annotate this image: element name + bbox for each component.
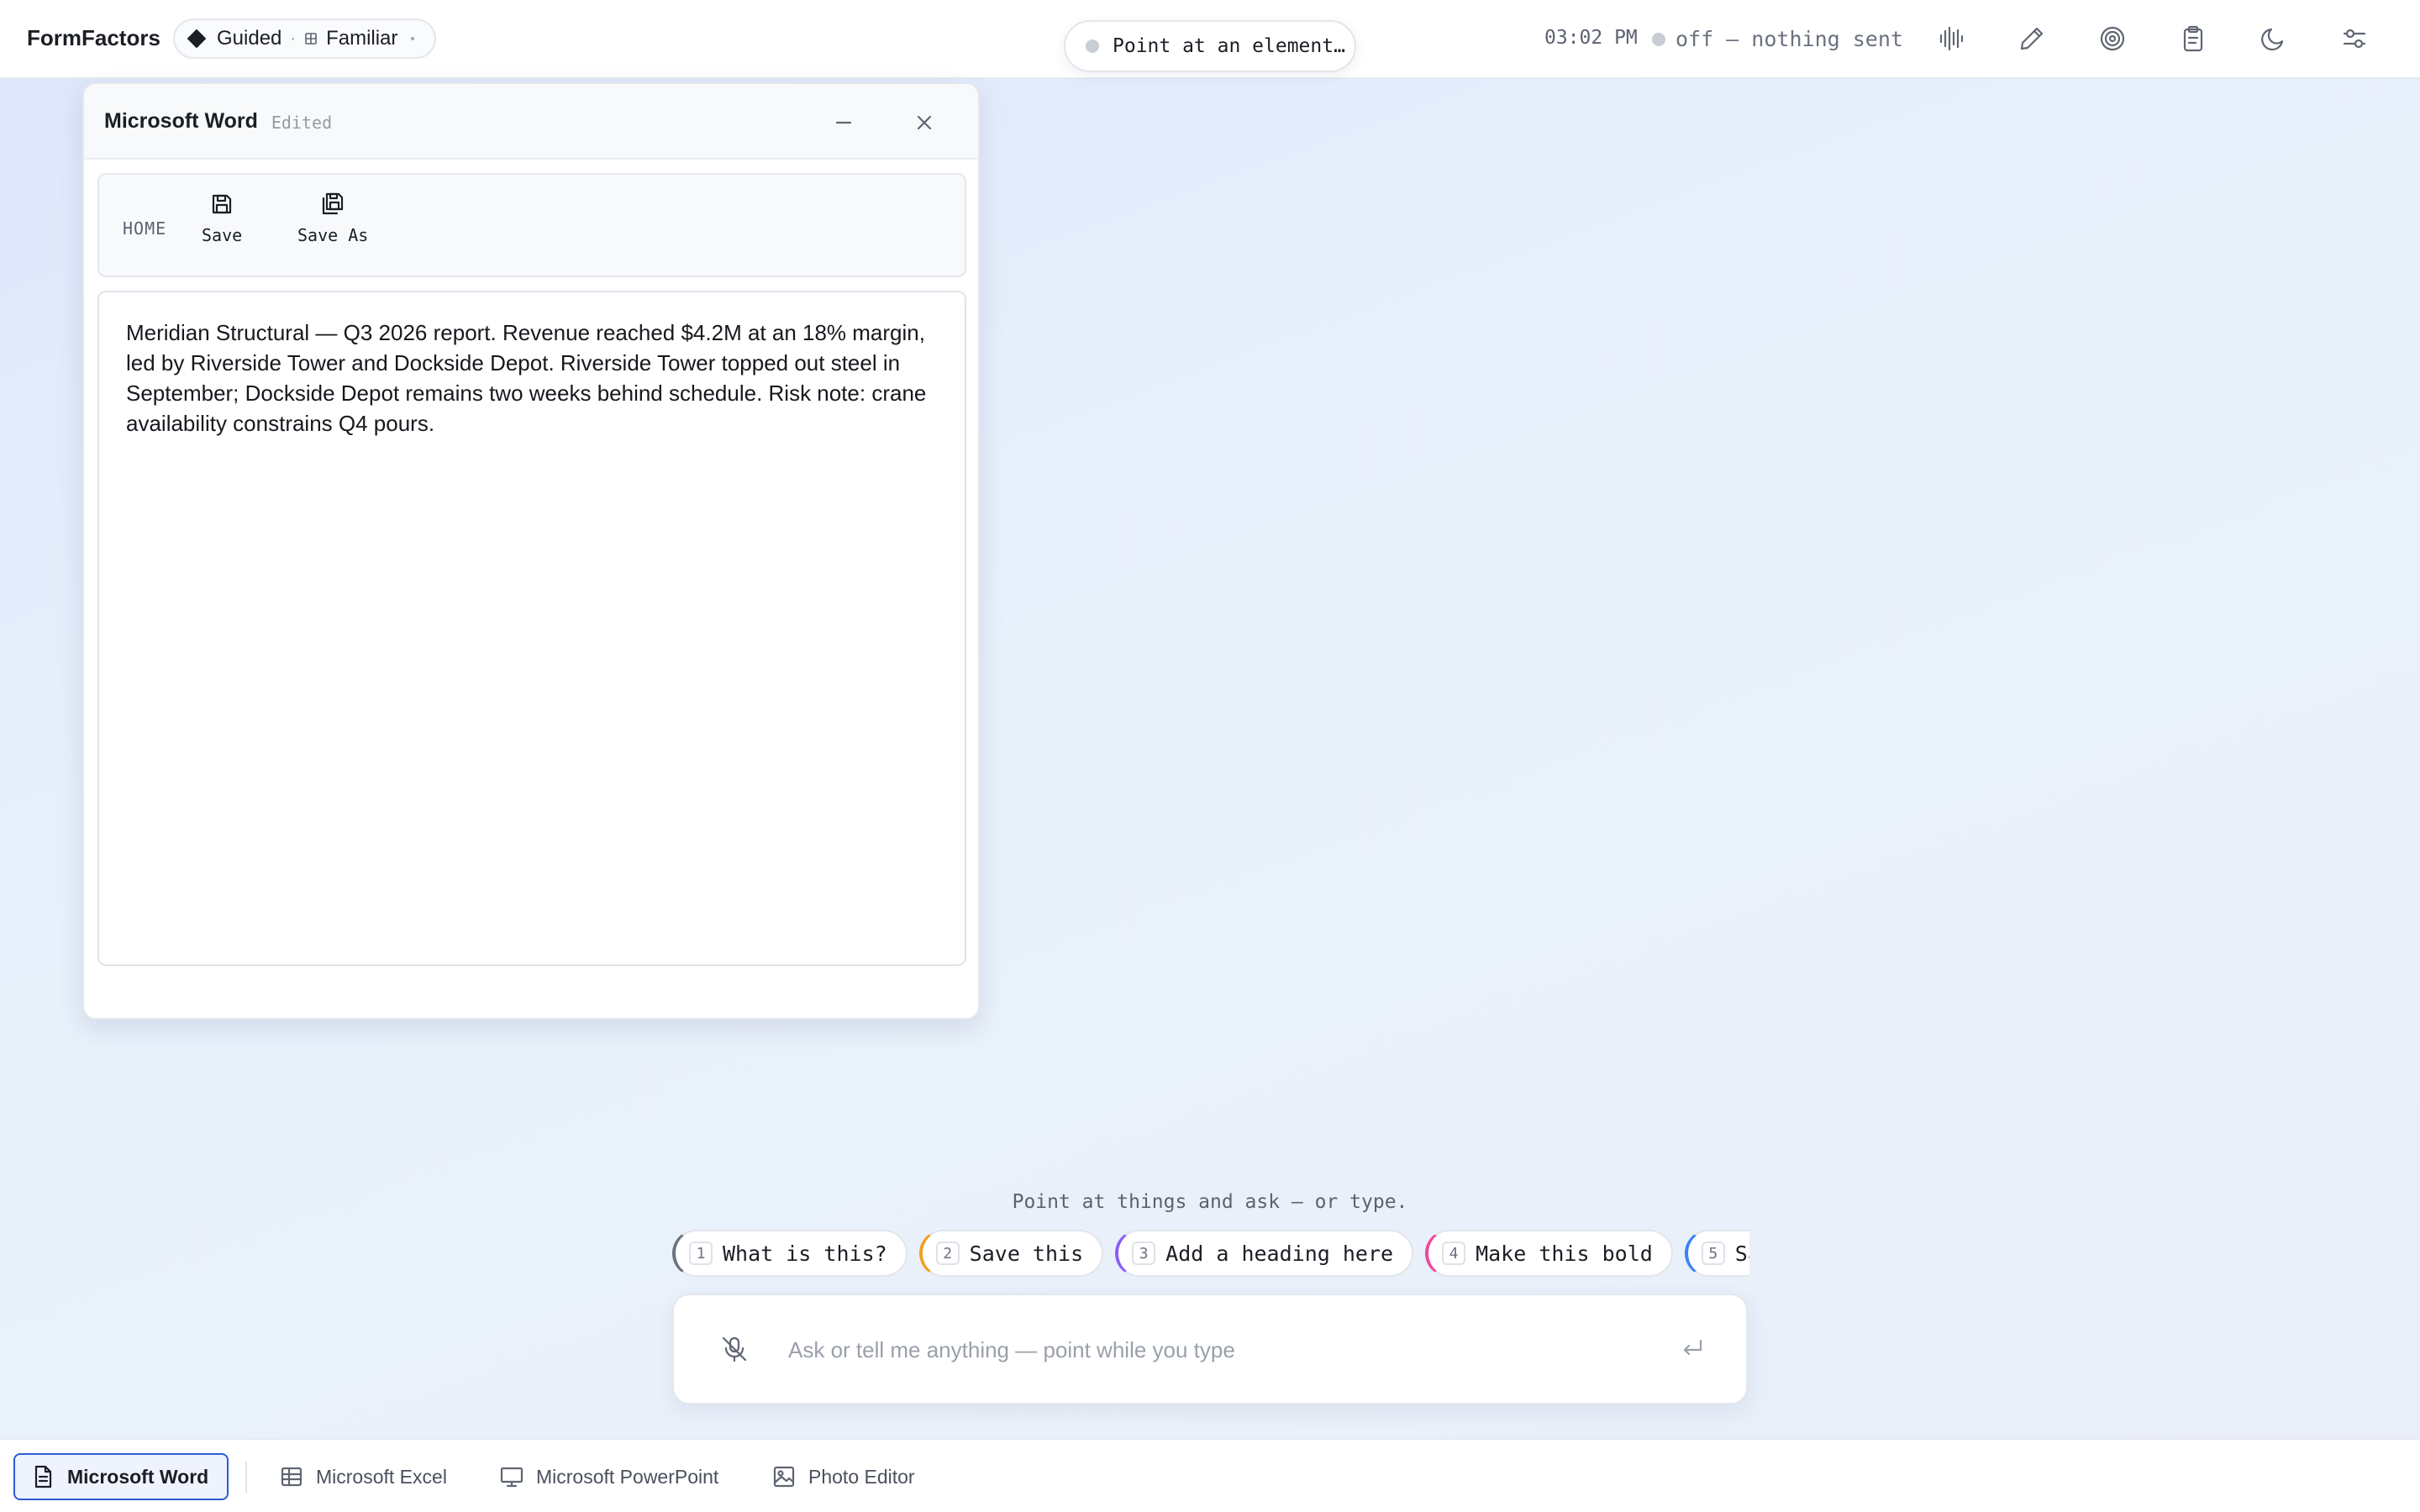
suggestion-chip[interactable]: 1 What is this? xyxy=(672,1230,908,1277)
suggestion-strip: 1 What is this? 2 Save this 3 Add a heading h… xyxy=(672,1228,1749,1278)
top-bar: FormFactors Guided · Familiar Point at a… xyxy=(0,0,2420,79)
suggestion-label: Save this xyxy=(969,1241,1084,1266)
taskbar-item-label: Microsoft Excel xyxy=(316,1465,447,1488)
tab-home[interactable]: HOME xyxy=(123,218,166,239)
suggestion-chip[interactable]: 2 Save this xyxy=(918,1230,1104,1277)
window-title: Microsoft Word xyxy=(104,108,258,133)
pen-icon[interactable] xyxy=(2013,20,2050,57)
mode-indicator-dot xyxy=(411,37,415,40)
target-icon[interactable] xyxy=(2094,20,2131,57)
presentation-icon xyxy=(500,1467,523,1488)
taskbar-item-label: Photo Editor xyxy=(808,1465,915,1488)
taskbar-item-label: Microsoft PowerPoint xyxy=(536,1465,719,1488)
document-state: Edited xyxy=(271,113,333,133)
moon-icon[interactable] xyxy=(2255,20,2292,57)
diamond-icon xyxy=(187,29,207,49)
taskbar-divider xyxy=(245,1462,247,1494)
pointer-status-pill[interactable]: Point at an element… xyxy=(1064,20,1356,72)
sharing-status-dot xyxy=(1652,32,1665,46)
sharing-status: off – nothing sent xyxy=(1652,27,1903,51)
suggestion-shortcut-number: 3 xyxy=(1132,1242,1156,1265)
taskbar-item-word[interactable]: Microsoft Word xyxy=(13,1453,229,1500)
word-window: Microsoft Word Edited HOME Save Save As … xyxy=(82,82,980,1020)
taskbar-item-label: Microsoft Word xyxy=(67,1465,209,1488)
document-icon xyxy=(34,1465,52,1488)
taskbar-item-photo-editor[interactable]: Photo Editor xyxy=(756,1453,930,1500)
save-icon xyxy=(212,194,232,214)
sharing-status-text: off – nothing sent xyxy=(1676,27,1903,51)
close-button[interactable] xyxy=(908,106,941,139)
audio-waveform-icon[interactable] xyxy=(1933,20,1970,57)
save-label: Save xyxy=(202,225,243,245)
suggestion-shortcut-number: 2 xyxy=(935,1242,960,1265)
pointer-status-dot xyxy=(1086,39,1099,53)
save-as-label: Save As xyxy=(297,225,369,245)
document-editor[interactable]: Meridian Structural — Q3 2026 report. Re… xyxy=(97,291,966,966)
save-as-icon xyxy=(323,192,344,215)
mic-off-icon xyxy=(722,1336,747,1362)
suggestion-chip[interactable]: 5 Save as xyxy=(1684,1230,1749,1277)
window-titlebar[interactable]: Microsoft Word Edited xyxy=(84,84,978,160)
suggestion-label: Save as xyxy=(1734,1241,1749,1266)
taskbar-item-excel[interactable]: Microsoft Excel xyxy=(264,1453,462,1500)
ribbon: HOME Save Save As xyxy=(97,173,966,277)
prompt-input-box xyxy=(672,1294,1748,1404)
mode-selector[interactable]: Guided · Familiar xyxy=(173,18,437,59)
mode-primary: Guided xyxy=(217,27,282,50)
taskbar: Microsoft Word Microsoft Excel Microsoft… xyxy=(0,1438,2420,1512)
save-button[interactable]: Save xyxy=(202,192,242,245)
clock: 03:02 PM xyxy=(1544,27,1638,49)
suggestion-shortcut-number: 1 xyxy=(689,1242,713,1265)
brand-name: FormFactors xyxy=(27,25,160,50)
mode-separator: · xyxy=(290,29,297,48)
suggestion-label: Make this bold xyxy=(1476,1241,1653,1266)
prompt-input[interactable] xyxy=(788,1329,1645,1371)
suggestion-label: What is this? xyxy=(723,1241,887,1266)
mic-off-button[interactable] xyxy=(719,1334,750,1368)
close-icon xyxy=(917,115,932,130)
sliders-icon[interactable] xyxy=(2336,20,2373,57)
suggestion-chip[interactable]: 4 Make this bold xyxy=(1425,1230,1673,1277)
taskbar-item-powerpoint[interactable]: Microsoft PowerPoint xyxy=(484,1453,734,1500)
prompt-hint: Point at things and ask – or type. xyxy=(1012,1191,1408,1213)
suggestion-chip[interactable]: 3 Add a heading here xyxy=(1115,1230,1414,1277)
toolbar-icons xyxy=(1933,20,2373,57)
save-as-button[interactable]: Save As xyxy=(297,192,368,245)
minimize-button[interactable] xyxy=(827,106,860,139)
enter-icon xyxy=(1683,1339,1702,1356)
spreadsheet-icon xyxy=(281,1467,302,1487)
minimize-icon xyxy=(835,121,852,124)
clipboard-icon[interactable] xyxy=(2175,20,2212,57)
image-icon xyxy=(773,1466,795,1488)
grid-icon xyxy=(305,33,317,45)
pointer-status-text: Point at an element… xyxy=(1113,35,1345,57)
mode-secondary: Familiar xyxy=(326,27,398,50)
suggestion-shortcut-number: 4 xyxy=(1442,1242,1466,1265)
submit-button[interactable] xyxy=(1679,1336,1706,1367)
suggestion-label: Add a heading here xyxy=(1165,1241,1394,1266)
suggestion-shortcut-number: 5 xyxy=(1701,1242,1725,1265)
